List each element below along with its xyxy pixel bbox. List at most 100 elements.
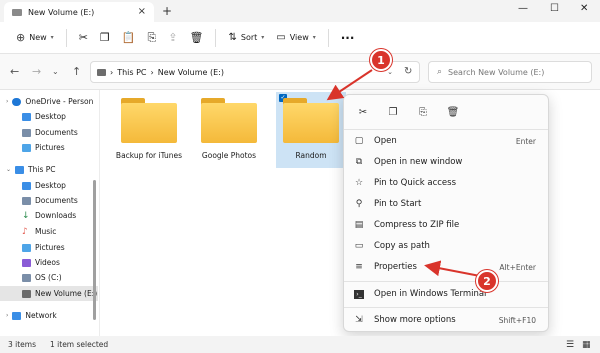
menu-item-shortcut: Shift+F10 [498,315,536,325]
pin-icon: ⚲ [355,199,363,209]
menu-item-windows-terminal[interactable]: ›_ Open in Windows Terminal [348,284,546,304]
sidebar-item-desktop-pc[interactable]: Desktop [0,178,98,193]
chevron-down-icon[interactable]: ⌄ [387,68,393,76]
chevron-down-icon: ⌄ [6,166,12,173]
close-window-icon[interactable]: ✕ [580,3,588,14]
menu-item-label: Open in new window [374,157,463,167]
context-menu: ✂ ❐ ⎘ 🗑 ▢ Open Enter ⧉ Open in new windo… [343,94,549,332]
sidebar-item-desktop[interactable]: Desktop [0,109,98,124]
menu-item-compress-zip[interactable]: ▤ Compress to ZIP file [348,215,546,235]
status-bar: 3 items 1 item selected ☰ ▦ [0,336,600,353]
recent-chevron-icon[interactable]: ⌄ [52,67,59,76]
new-label: New [29,33,47,42]
menu-item-open-new-window[interactable]: ⧉ Open in new window [348,152,546,172]
new-tab-icon[interactable]: + [162,4,172,18]
sidebar-item-label: OS (C:) [35,273,62,282]
sidebar-item-music[interactable]: ♪ Music [0,224,98,239]
menu-item-copy-path[interactable]: ▭ Copy as path [348,236,546,256]
new-button[interactable]: ⊕ New ▾ [10,26,60,50]
rename-button[interactable]: ⎘ [141,26,162,50]
folder-item[interactable]: Google Photos [194,98,264,182]
forward-arrow-icon[interactable]: → [32,65,41,78]
folder-label: Backup for iTunes [115,151,183,160]
folder-item[interactable]: Backup for iTunes [114,98,184,182]
menu-item-show-more[interactable]: ⇲ Show more options Shift+F10 [348,310,546,330]
sidebar-item-videos[interactable]: Videos [0,255,98,270]
sidebar-item-downloads[interactable]: ↓ Downloads [0,208,98,223]
chevron-down-icon: ▾ [312,34,316,41]
desktop-icon [22,181,31,190]
delete-button[interactable]: 🗑 [184,26,210,50]
sidebar-item-network[interactable]: › Network [0,308,98,323]
back-arrow-icon[interactable]: ← [10,65,19,78]
cloud-icon [12,97,22,106]
sidebar-item-label: Videos [35,258,60,267]
sidebar-item-this-pc[interactable]: ⌄ This PC [0,162,98,177]
menu-item-label: Compress to ZIP file [374,220,460,230]
details-view-icon[interactable]: ☰ [566,340,574,350]
menu-item-label: Open [374,136,397,146]
sidebar-item-label: This PC [28,165,56,174]
sidebar-item-pictures-pc[interactable]: Pictures [0,240,98,255]
menu-item-open[interactable]: ▢ Open Enter [348,131,546,151]
menu-item-label: Properties [374,262,417,272]
terminal-icon: ›_ [354,289,364,299]
copy-button[interactable]: ❐ [94,26,116,50]
refresh-icon[interactable]: ↻ [404,66,412,77]
menu-item-label: Pin to Quick access [374,178,457,188]
minimize-icon[interactable]: — [518,3,528,14]
open-icon: ▢ [354,136,364,146]
copy-icon: ❐ [99,31,110,44]
divider [344,129,548,130]
documents-icon [22,128,31,137]
share-button[interactable]: ⇪ [162,26,183,50]
search-box[interactable]: ⌕ Search New Volume (E:) [428,61,592,83]
breadcrumb-new-volume[interactable]: New Volume (E:) [158,68,224,77]
folder-item-selected[interactable]: ✓ Random [276,92,346,168]
breadcrumb-this-pc[interactable]: This PC [117,68,146,77]
menu-item-label: Copy as path [374,241,430,251]
tiles-view-icon[interactable]: ▦ [582,340,591,350]
sidebar-item-documents-pc[interactable]: Documents [0,193,98,208]
more-options-button[interactable]: ··· [335,26,361,50]
sidebar-item-label: Network [25,311,57,320]
search-icon: ⌕ [437,67,443,77]
menu-item-pin-quick-access[interactable]: ☆ Pin to Quick access [348,173,546,193]
sidebar-scrollbar[interactable] [93,180,96,320]
chevron-right-icon: › [6,312,9,319]
folder-label: Random [295,151,327,160]
properties-icon: ≡ [355,262,363,272]
sidebar-item-pictures[interactable]: Pictures [0,140,98,155]
sidebar-item-os-c[interactable]: OS (C:) [0,270,98,285]
view-button[interactable]: ▭ View ▾ [270,26,321,50]
sidebar-item-label: OneDrive - Person [25,97,94,106]
menu-item-properties[interactable]: ≡ Properties Alt+Enter [348,257,546,277]
view-label: View [289,33,309,42]
sidebar-item-documents[interactable]: Documents [0,125,98,140]
star-icon: ☆ [354,178,364,188]
rename-icon: ⎘ [419,106,427,118]
sidebar-item-new-volume[interactable]: New Volume (E:) [0,286,98,301]
item-count: 3 items [8,340,37,349]
command-bar: ⊕ New ▾ ✂ ❐ 📋 ⎘ ⇪ 🗑 ⇅ Sort ▾ ▭ View ▾ ··… [0,22,600,54]
chevron-right-icon: › [6,98,9,105]
cut-button[interactable]: ✂ [73,26,94,50]
close-tab-icon[interactable]: × [138,6,146,17]
cut-button[interactable]: ✂ [352,101,374,123]
up-arrow-icon[interactable]: ↑ [72,65,81,78]
window-tab[interactable]: New Volume (E:) × [4,2,154,22]
rename-button[interactable]: ⎘ [412,101,434,123]
paste-button[interactable]: 📋 [116,26,142,50]
trash-icon: 🗑 [446,106,460,118]
delete-button[interactable]: 🗑 [442,101,464,123]
copy-button[interactable]: ❐ [382,101,404,123]
sidebar-item-label: Documents [35,196,78,205]
download-icon: ↓ [22,210,30,221]
maximize-icon[interactable]: ☐ [550,3,559,14]
sort-button[interactable]: ⇅ Sort ▾ [222,26,270,50]
menu-item-pin-start[interactable]: ⚲ Pin to Start [348,194,546,214]
sidebar-item-onedrive[interactable]: › OneDrive - Person [0,94,98,109]
divider [215,28,217,47]
menu-item-label: Show more options [374,315,456,325]
navigation-pane: › OneDrive - Person Desktop Documents Pi… [0,90,100,336]
